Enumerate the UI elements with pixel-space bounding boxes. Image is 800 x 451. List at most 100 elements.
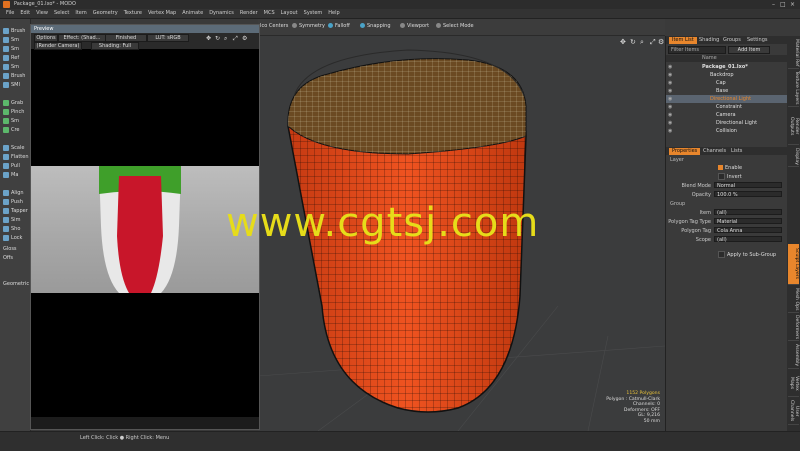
tool-button[interactable]: Brush [1,72,29,80]
preview-shading-dropdown[interactable]: Shading: Full [91,42,139,50]
apply-sub-group-checkbox[interactable]: Apply to Sub-Group [718,251,776,258]
enable-checkbox[interactable]: Enable [718,165,742,171]
vtab-sculpt-layers[interactable]: Sculpt Layers [788,244,799,285]
tool-button[interactable]: Grab [1,99,29,107]
tool-button[interactable]: Scale [1,144,29,152]
tool-button[interactable]: Sm [1,45,29,53]
tool-button[interactable]: Sm [1,36,29,44]
preview-camera-dropdown[interactable]: (Render Camera) [34,42,82,50]
menu-vertex-map[interactable]: Vertex Map [148,10,176,16]
filter-items-input[interactable]: Filter Items [668,46,726,54]
menu-file[interactable]: File [6,10,14,16]
minimize-icon[interactable]: – [772,1,775,8]
item-row[interactable]: ◉ Package_01.lxo* [666,63,788,71]
preview-settings-icon[interactable]: ⚙ [242,35,247,42]
menu-edit[interactable]: Edit [20,10,30,16]
tab-settings[interactable]: Settings [744,37,771,44]
vtab-user-channels[interactable]: User Channels [788,398,799,425]
preview-options-button[interactable]: Options [34,34,58,42]
visibility-eye-icon[interactable]: ◉ [668,80,672,86]
tab-properties[interactable]: Properties [669,148,701,155]
tool-button[interactable]: Sm [1,117,29,125]
preview-maximize-icon[interactable]: ⤢ [233,35,238,43]
preview-zoom-icon[interactable]: ⌕ [224,35,227,43]
vtab-deformers[interactable]: Deformers [788,314,799,341]
invert-checkbox[interactable]: Invert [718,173,742,180]
falloff-button[interactable]: Falloff [328,23,350,30]
tool-button[interactable]: Cre [1,126,29,134]
tool-option[interactable]: Offs [1,254,29,262]
move-view-icon[interactable]: ✥ [620,38,626,46]
tab-item-list[interactable]: Item List [669,37,697,44]
tool-button[interactable]: SMI [1,81,29,89]
tab-groups[interactable]: Groups [720,37,744,44]
menu-geometry[interactable]: Geometry [93,10,118,16]
preview-effect-dropdown[interactable]: Effect: (Shad... [58,34,106,42]
item-row[interactable]: ◉ Constraint [666,103,788,111]
tool-button[interactable]: Tapper [1,207,29,215]
item-row[interactable]: ◉ Directional Light [666,119,788,127]
item-row[interactable]: ◉ Backdrop [666,71,788,79]
tool-button[interactable]: Lock [1,234,29,242]
menu-system[interactable]: System [304,10,323,16]
viewport-nav-icons[interactable]: ✥ ↻ ⌕ ⤢ ⚙ [620,38,664,46]
vtab-assembly[interactable]: Assembly [788,342,799,369]
visibility-eye-icon[interactable]: ◉ [668,96,672,102]
menu-dynamics[interactable]: Dynamics [209,10,234,16]
preview-move-icon[interactable]: ✥ [206,35,211,42]
poly-tag-type-dropdown[interactable]: Material [714,218,782,225]
blend-mode-dropdown[interactable]: Normal [714,182,782,189]
vtab-render-outputs[interactable]: Render Outputs [788,108,799,145]
action-centers-button[interactable]: Ico Centers [260,23,288,30]
menu-select[interactable]: Select [54,10,69,16]
menu-help[interactable]: Help [328,10,339,16]
tool-button[interactable]: Brush [1,27,29,35]
menu-animate[interactable]: Animate [182,10,203,16]
menu-render[interactable]: Render [240,10,258,16]
tool-option[interactable]: Gloss [1,245,29,253]
menu-texture[interactable]: Texture [124,10,142,16]
vtab-texture-layers[interactable]: Texture Layers [788,70,799,107]
visibility-eye-icon[interactable]: ◉ [668,128,672,134]
zoom-view-icon[interactable]: ⌕ [640,38,644,46]
maximize-view-icon[interactable]: ⤢ [650,38,656,46]
visibility-eye-icon[interactable]: ◉ [668,64,672,70]
tool-button[interactable]: Pinch [1,108,29,116]
vtab-vertex-maps[interactable]: Vertex Maps [788,370,799,397]
item-row-selected[interactable]: ◉ Directional Light [666,95,788,103]
visibility-eye-icon[interactable]: ◉ [668,120,672,126]
preview-lut-dropdown[interactable]: LUT: sRGB [147,34,189,42]
visibility-eye-icon[interactable]: ◉ [668,112,672,118]
tool-option[interactable]: Geometric [1,280,29,288]
item-dropdown[interactable]: (all) [714,209,782,216]
snapping-button[interactable]: Snapping [360,23,391,30]
visibility-eye-icon[interactable]: ◉ [668,88,672,94]
symmetry-button[interactable]: Symmetry [292,23,325,30]
vtab-mesh-ops[interactable]: Mesh Ops [788,286,799,313]
tool-button[interactable]: Sho [1,225,29,233]
tab-channels[interactable]: Channels [700,148,729,155]
item-row[interactable]: ◉ Cap [666,79,788,87]
tool-button[interactable]: Push [1,198,29,206]
viewport-button[interactable]: Viewport [400,23,429,30]
preview-rotate-icon[interactable]: ↻ [215,35,220,42]
menu-layout[interactable]: Layout [281,10,298,16]
settings-view-icon[interactable]: ⚙ [658,38,664,46]
visibility-eye-icon[interactable]: ◉ [668,72,672,78]
vtab-display[interactable]: Display [788,146,799,167]
item-row[interactable]: ◉ Collision [666,127,788,135]
close-icon[interactable]: × [790,1,795,8]
item-row[interactable]: ◉ Camera [666,111,788,119]
tab-lists[interactable]: Lists [728,148,745,155]
select-mode-button[interactable]: Select Mode [436,23,474,30]
menu-mcs[interactable]: MCS [264,10,275,16]
tool-button[interactable]: Ref [1,54,29,62]
poly-tag-dropdown[interactable]: Cola Anna [714,227,782,234]
menu-item[interactable]: Item [75,10,86,16]
vtab-material-ref[interactable]: Material Ref [788,38,799,69]
scope-dropdown[interactable]: (all) [714,236,782,243]
tab-shading[interactable]: Shading [696,37,722,44]
tool-button[interactable]: Pull [1,162,29,170]
tool-button[interactable]: Sim [1,216,29,224]
menu-view[interactable]: View [36,10,48,16]
